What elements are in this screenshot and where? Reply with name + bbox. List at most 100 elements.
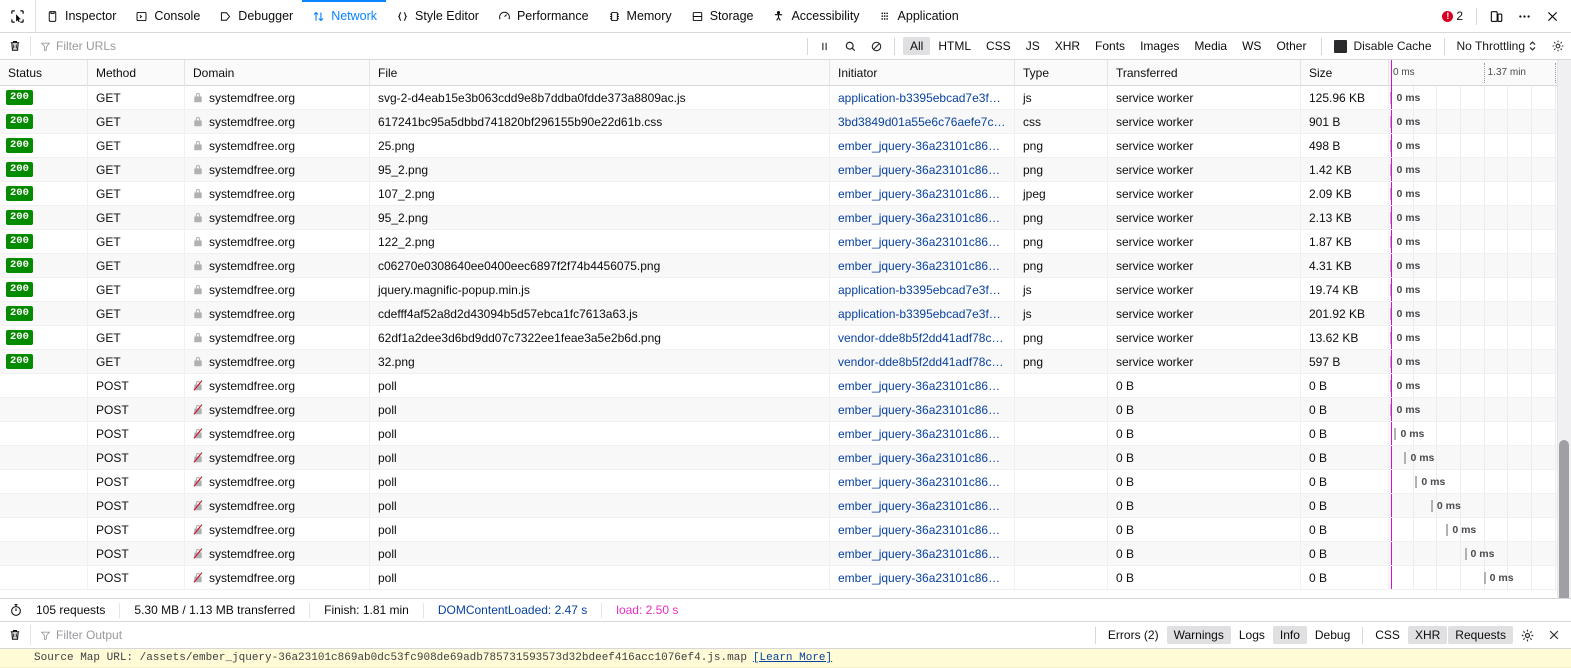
network-settings-gear-icon[interactable] bbox=[1545, 35, 1571, 58]
console-filter-errors[interactable]: Errors (2) bbox=[1101, 626, 1166, 644]
initiator-link[interactable]: ember_jquery-36a23101c869ab0d… bbox=[838, 403, 1006, 417]
initiator-link[interactable]: ember_jquery-36a23101c869ab0d… bbox=[838, 523, 1006, 537]
more-options-icon[interactable] bbox=[1511, 0, 1537, 33]
disable-cache-checkbox[interactable]: Disable Cache bbox=[1326, 39, 1439, 53]
console-filter-logs[interactable]: Logs bbox=[1232, 626, 1272, 644]
cell-waterfall[interactable]: 0 ms bbox=[1389, 446, 1571, 469]
initiator-link[interactable]: ember_jquery-36a23101c869ab0d… bbox=[838, 499, 1006, 513]
element-picker-icon[interactable] bbox=[0, 0, 36, 32]
type-filter-images[interactable]: Images bbox=[1133, 37, 1186, 55]
table-row[interactable]: POSTsystemdfree.orgpollember_jquery-36a2… bbox=[0, 422, 1571, 446]
table-row[interactable]: 200GETsystemdfree.org32.pngvendor-dde8b5… bbox=[0, 350, 1571, 374]
initiator-link[interactable]: 3bd3849d01a55e6c76aefe7cd936… bbox=[838, 115, 1006, 129]
responsive-design-mode-icon[interactable] bbox=[1483, 0, 1509, 33]
type-filter-html[interactable]: HTML bbox=[931, 37, 978, 55]
initiator-link[interactable]: application-b3395ebcad7e3f9764… bbox=[838, 307, 1006, 321]
table-row[interactable]: POSTsystemdfree.orgpollember_jquery-36a2… bbox=[0, 470, 1571, 494]
search-icon[interactable] bbox=[838, 35, 864, 58]
table-row[interactable]: 200GETsystemdfree.orgc06270e0308640ee040… bbox=[0, 254, 1571, 278]
type-filter-xhr[interactable]: XHR bbox=[1048, 37, 1087, 55]
initiator-link[interactable]: ember_jquery-36a23101c869ab0d… bbox=[838, 187, 1006, 201]
cell-waterfall[interactable]: 0 ms bbox=[1389, 158, 1571, 181]
cell-waterfall[interactable]: 0 ms bbox=[1389, 230, 1571, 253]
tab-network[interactable]: Network bbox=[302, 0, 386, 32]
table-row[interactable]: 200GETsystemdfree.org95_2.pngember_jquer… bbox=[0, 158, 1571, 182]
table-row[interactable]: 200GETsystemdfree.org122_2.pngember_jque… bbox=[0, 230, 1571, 254]
table-row[interactable]: POSTsystemdfree.orgpollember_jquery-36a2… bbox=[0, 494, 1571, 518]
column-header-initiator[interactable]: Initiator bbox=[830, 60, 1015, 86]
scrollbar-thumb[interactable] bbox=[1559, 440, 1569, 598]
table-row[interactable]: 200GETsystemdfree.org107_2.pngember_jque… bbox=[0, 182, 1571, 206]
tab-console[interactable]: Console bbox=[125, 0, 209, 32]
table-row[interactable]: POSTsystemdfree.orgpollember_jquery-36a2… bbox=[0, 446, 1571, 470]
console-close-icon[interactable] bbox=[1541, 624, 1567, 647]
type-filter-ws[interactable]: WS bbox=[1235, 37, 1268, 55]
cell-waterfall[interactable]: 0 ms bbox=[1389, 542, 1571, 565]
cell-waterfall[interactable]: 0 ms bbox=[1389, 494, 1571, 517]
console-filter-css[interactable]: CSS bbox=[1368, 626, 1407, 644]
tab-performance[interactable]: Performance bbox=[488, 0, 598, 32]
initiator-link[interactable]: ember_jquery-36a23101c869ab0d… bbox=[838, 427, 1006, 441]
console-filter-info[interactable]: Info bbox=[1273, 626, 1307, 644]
tab-style-editor[interactable]: Style Editor bbox=[386, 0, 488, 32]
initiator-link[interactable]: ember_jquery-36a23101c869ab0d… bbox=[838, 235, 1006, 249]
cell-waterfall[interactable]: 0 ms bbox=[1389, 422, 1571, 445]
column-header-file[interactable]: File bbox=[370, 60, 830, 86]
clear-requests-button[interactable] bbox=[0, 33, 30, 60]
column-header-type[interactable]: Type bbox=[1015, 60, 1108, 86]
initiator-link[interactable]: ember_jquery-36a23101c869ab0d… bbox=[838, 379, 1006, 393]
cell-waterfall[interactable]: 0 ms bbox=[1389, 206, 1571, 229]
type-filter-other[interactable]: Other bbox=[1269, 37, 1313, 55]
tab-application[interactable]: Application bbox=[869, 0, 968, 32]
filter-output-input[interactable]: Filter Output bbox=[30, 625, 290, 645]
type-filter-js[interactable]: JS bbox=[1019, 37, 1047, 55]
type-filter-all[interactable]: All bbox=[903, 37, 930, 55]
table-row[interactable]: 200GETsystemdfree.org25.pngember_jquery-… bbox=[0, 134, 1571, 158]
initiator-link[interactable]: ember_jquery-36a23101c869ab0d… bbox=[838, 163, 1006, 177]
console-settings-gear-icon[interactable] bbox=[1514, 624, 1540, 647]
error-count-badge[interactable]: ! 2 bbox=[1435, 9, 1470, 23]
type-filter-fonts[interactable]: Fonts bbox=[1088, 37, 1132, 55]
initiator-link[interactable]: ember_jquery-36a23101c869ab0d… bbox=[838, 211, 1006, 225]
initiator-link[interactable]: ember_jquery-36a23101c869ab0d… bbox=[838, 547, 1006, 561]
cell-waterfall[interactable]: 0 ms bbox=[1389, 110, 1571, 133]
initiator-link[interactable]: vendor-dde8b5f2dd41adf78c88e7… bbox=[838, 331, 1006, 345]
cell-waterfall[interactable]: 0 ms bbox=[1389, 302, 1571, 325]
table-row[interactable]: 200GETsystemdfree.orgcdefff4af52a8d2d430… bbox=[0, 302, 1571, 326]
console-filter-debug[interactable]: Debug bbox=[1308, 626, 1357, 644]
cell-waterfall[interactable]: 0 ms bbox=[1389, 374, 1571, 397]
initiator-link[interactable]: ember_jquery-36a23101c869ab0d… bbox=[838, 451, 1006, 465]
console-filter-xhr[interactable]: XHR bbox=[1408, 626, 1447, 644]
cell-waterfall[interactable]: 0 ms bbox=[1389, 254, 1571, 277]
tab-memory[interactable]: Memory bbox=[598, 0, 681, 32]
column-header-status[interactable]: Status bbox=[0, 60, 88, 86]
table-row[interactable]: 200GETsystemdfree.orgjquery.magnific-pop… bbox=[0, 278, 1571, 302]
learn-more-link[interactable]: [Learn More] bbox=[753, 652, 832, 664]
cell-waterfall[interactable]: 0 ms bbox=[1389, 470, 1571, 493]
block-requests-icon[interactable] bbox=[864, 35, 890, 58]
cell-waterfall[interactable]: 0 ms bbox=[1389, 86, 1571, 109]
column-header-domain[interactable]: Domain bbox=[185, 60, 370, 86]
tab-storage[interactable]: Storage bbox=[681, 0, 763, 32]
initiator-link[interactable]: application-b3395ebcad7e3f9764… bbox=[838, 91, 1006, 105]
tab-inspector[interactable]: Inspector bbox=[36, 0, 125, 32]
table-row[interactable]: 200GETsystemdfree.orgsvg-2-d4eab15e3b063… bbox=[0, 86, 1571, 110]
console-message[interactable]: Source Map URL: /assets/ember_jquery-36a… bbox=[0, 649, 1571, 668]
clear-console-button[interactable] bbox=[0, 622, 30, 649]
table-row[interactable]: POSTsystemdfree.orgpollember_jquery-36a2… bbox=[0, 398, 1571, 422]
console-filter-warnings[interactable]: Warnings bbox=[1167, 626, 1231, 644]
type-filter-media[interactable]: Media bbox=[1187, 37, 1234, 55]
cell-waterfall[interactable]: 0 ms bbox=[1389, 182, 1571, 205]
initiator-link[interactable]: ember_jquery-36a23101c869ab0d… bbox=[838, 259, 1006, 273]
table-row[interactable]: POSTsystemdfree.orgpollember_jquery-36a2… bbox=[0, 374, 1571, 398]
table-row[interactable]: POSTsystemdfree.orgpollember_jquery-36a2… bbox=[0, 542, 1571, 566]
initiator-link[interactable]: ember_jquery-36a23101c869ab0d… bbox=[838, 475, 1006, 489]
table-row[interactable]: 200GETsystemdfree.org617241bc95a5dbbd741… bbox=[0, 110, 1571, 134]
cell-waterfall[interactable]: 0 ms bbox=[1389, 398, 1571, 421]
initiator-link[interactable]: ember_jquery-36a23101c869ab0d… bbox=[838, 571, 1006, 585]
column-header-size[interactable]: Size bbox=[1301, 60, 1389, 86]
column-header-transferred[interactable]: Transferred bbox=[1108, 60, 1301, 86]
close-icon[interactable] bbox=[1539, 0, 1565, 33]
initiator-link[interactable]: ember_jquery-36a23101c869ab0d… bbox=[838, 139, 1006, 153]
column-header-waterfall[interactable]: 0 ms1.37 min2. bbox=[1389, 60, 1571, 86]
